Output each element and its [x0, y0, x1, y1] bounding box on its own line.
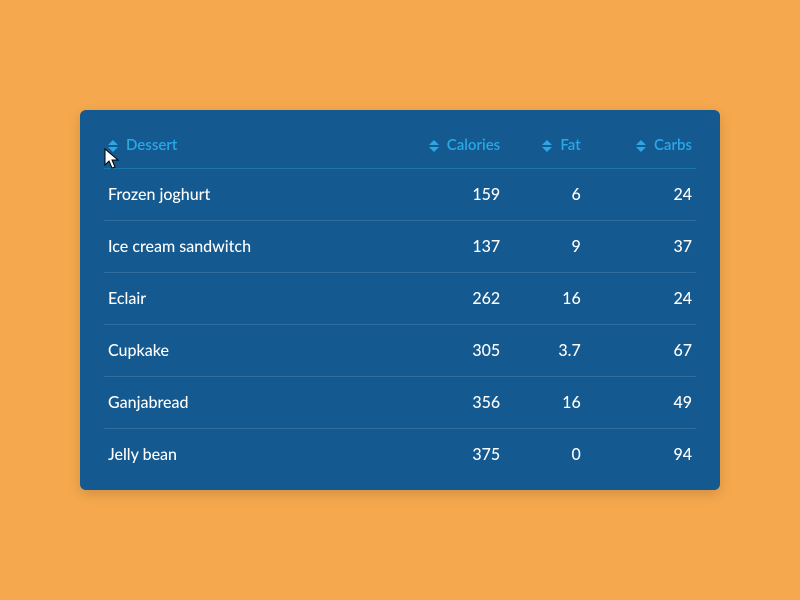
desserts-table: Dessert Calories Fat Carbs: [104, 128, 696, 480]
cell-calories: 159: [366, 169, 504, 221]
cell-fat: 9: [504, 221, 585, 273]
cell-carbs: 94: [585, 429, 696, 481]
column-header-label: Carbs: [654, 136, 692, 154]
sort-icon: [429, 140, 439, 152]
cell-calories: 356: [366, 377, 504, 429]
column-header-label: Dessert: [126, 136, 177, 154]
table-row[interactable]: Cupkake 305 3.7 67: [104, 325, 696, 377]
cell-dessert: Frozen joghurt: [104, 169, 366, 221]
column-header-calories[interactable]: Calories: [366, 128, 504, 169]
cell-fat: 0: [504, 429, 585, 481]
cell-calories: 262: [366, 273, 504, 325]
cell-dessert: Ganjabread: [104, 377, 366, 429]
cell-fat: 6: [504, 169, 585, 221]
sort-icon: [542, 140, 552, 152]
table-row[interactable]: Ganjabread 356 16 49: [104, 377, 696, 429]
table-row[interactable]: Frozen joghurt 159 6 24: [104, 169, 696, 221]
cell-dessert: Eclair: [104, 273, 366, 325]
cell-dessert: Ice cream sandwitch: [104, 221, 366, 273]
cell-calories: 305: [366, 325, 504, 377]
cell-carbs: 49: [585, 377, 696, 429]
table-row[interactable]: Jelly bean 375 0 94: [104, 429, 696, 481]
cell-dessert: Jelly bean: [104, 429, 366, 481]
table-row[interactable]: Ice cream sandwitch 137 9 37: [104, 221, 696, 273]
cell-carbs: 24: [585, 169, 696, 221]
column-header-fat[interactable]: Fat: [504, 128, 585, 169]
column-header-dessert[interactable]: Dessert: [104, 128, 366, 169]
sort-icon: [108, 140, 118, 152]
cell-calories: 137: [366, 221, 504, 273]
sort-icon: [636, 140, 646, 152]
column-header-label: Calories: [447, 136, 500, 154]
column-header-carbs[interactable]: Carbs: [585, 128, 696, 169]
cell-carbs: 24: [585, 273, 696, 325]
table-header-row: Dessert Calories Fat Carbs: [104, 128, 696, 169]
column-header-label: Fat: [560, 136, 580, 154]
cell-calories: 375: [366, 429, 504, 481]
cell-carbs: 37: [585, 221, 696, 273]
cell-fat: 3.7: [504, 325, 585, 377]
cell-carbs: 67: [585, 325, 696, 377]
cell-dessert: Cupkake: [104, 325, 366, 377]
cell-fat: 16: [504, 377, 585, 429]
desserts-table-card: Dessert Calories Fat Carbs: [80, 110, 720, 490]
cell-fat: 16: [504, 273, 585, 325]
table-row[interactable]: Eclair 262 16 24: [104, 273, 696, 325]
